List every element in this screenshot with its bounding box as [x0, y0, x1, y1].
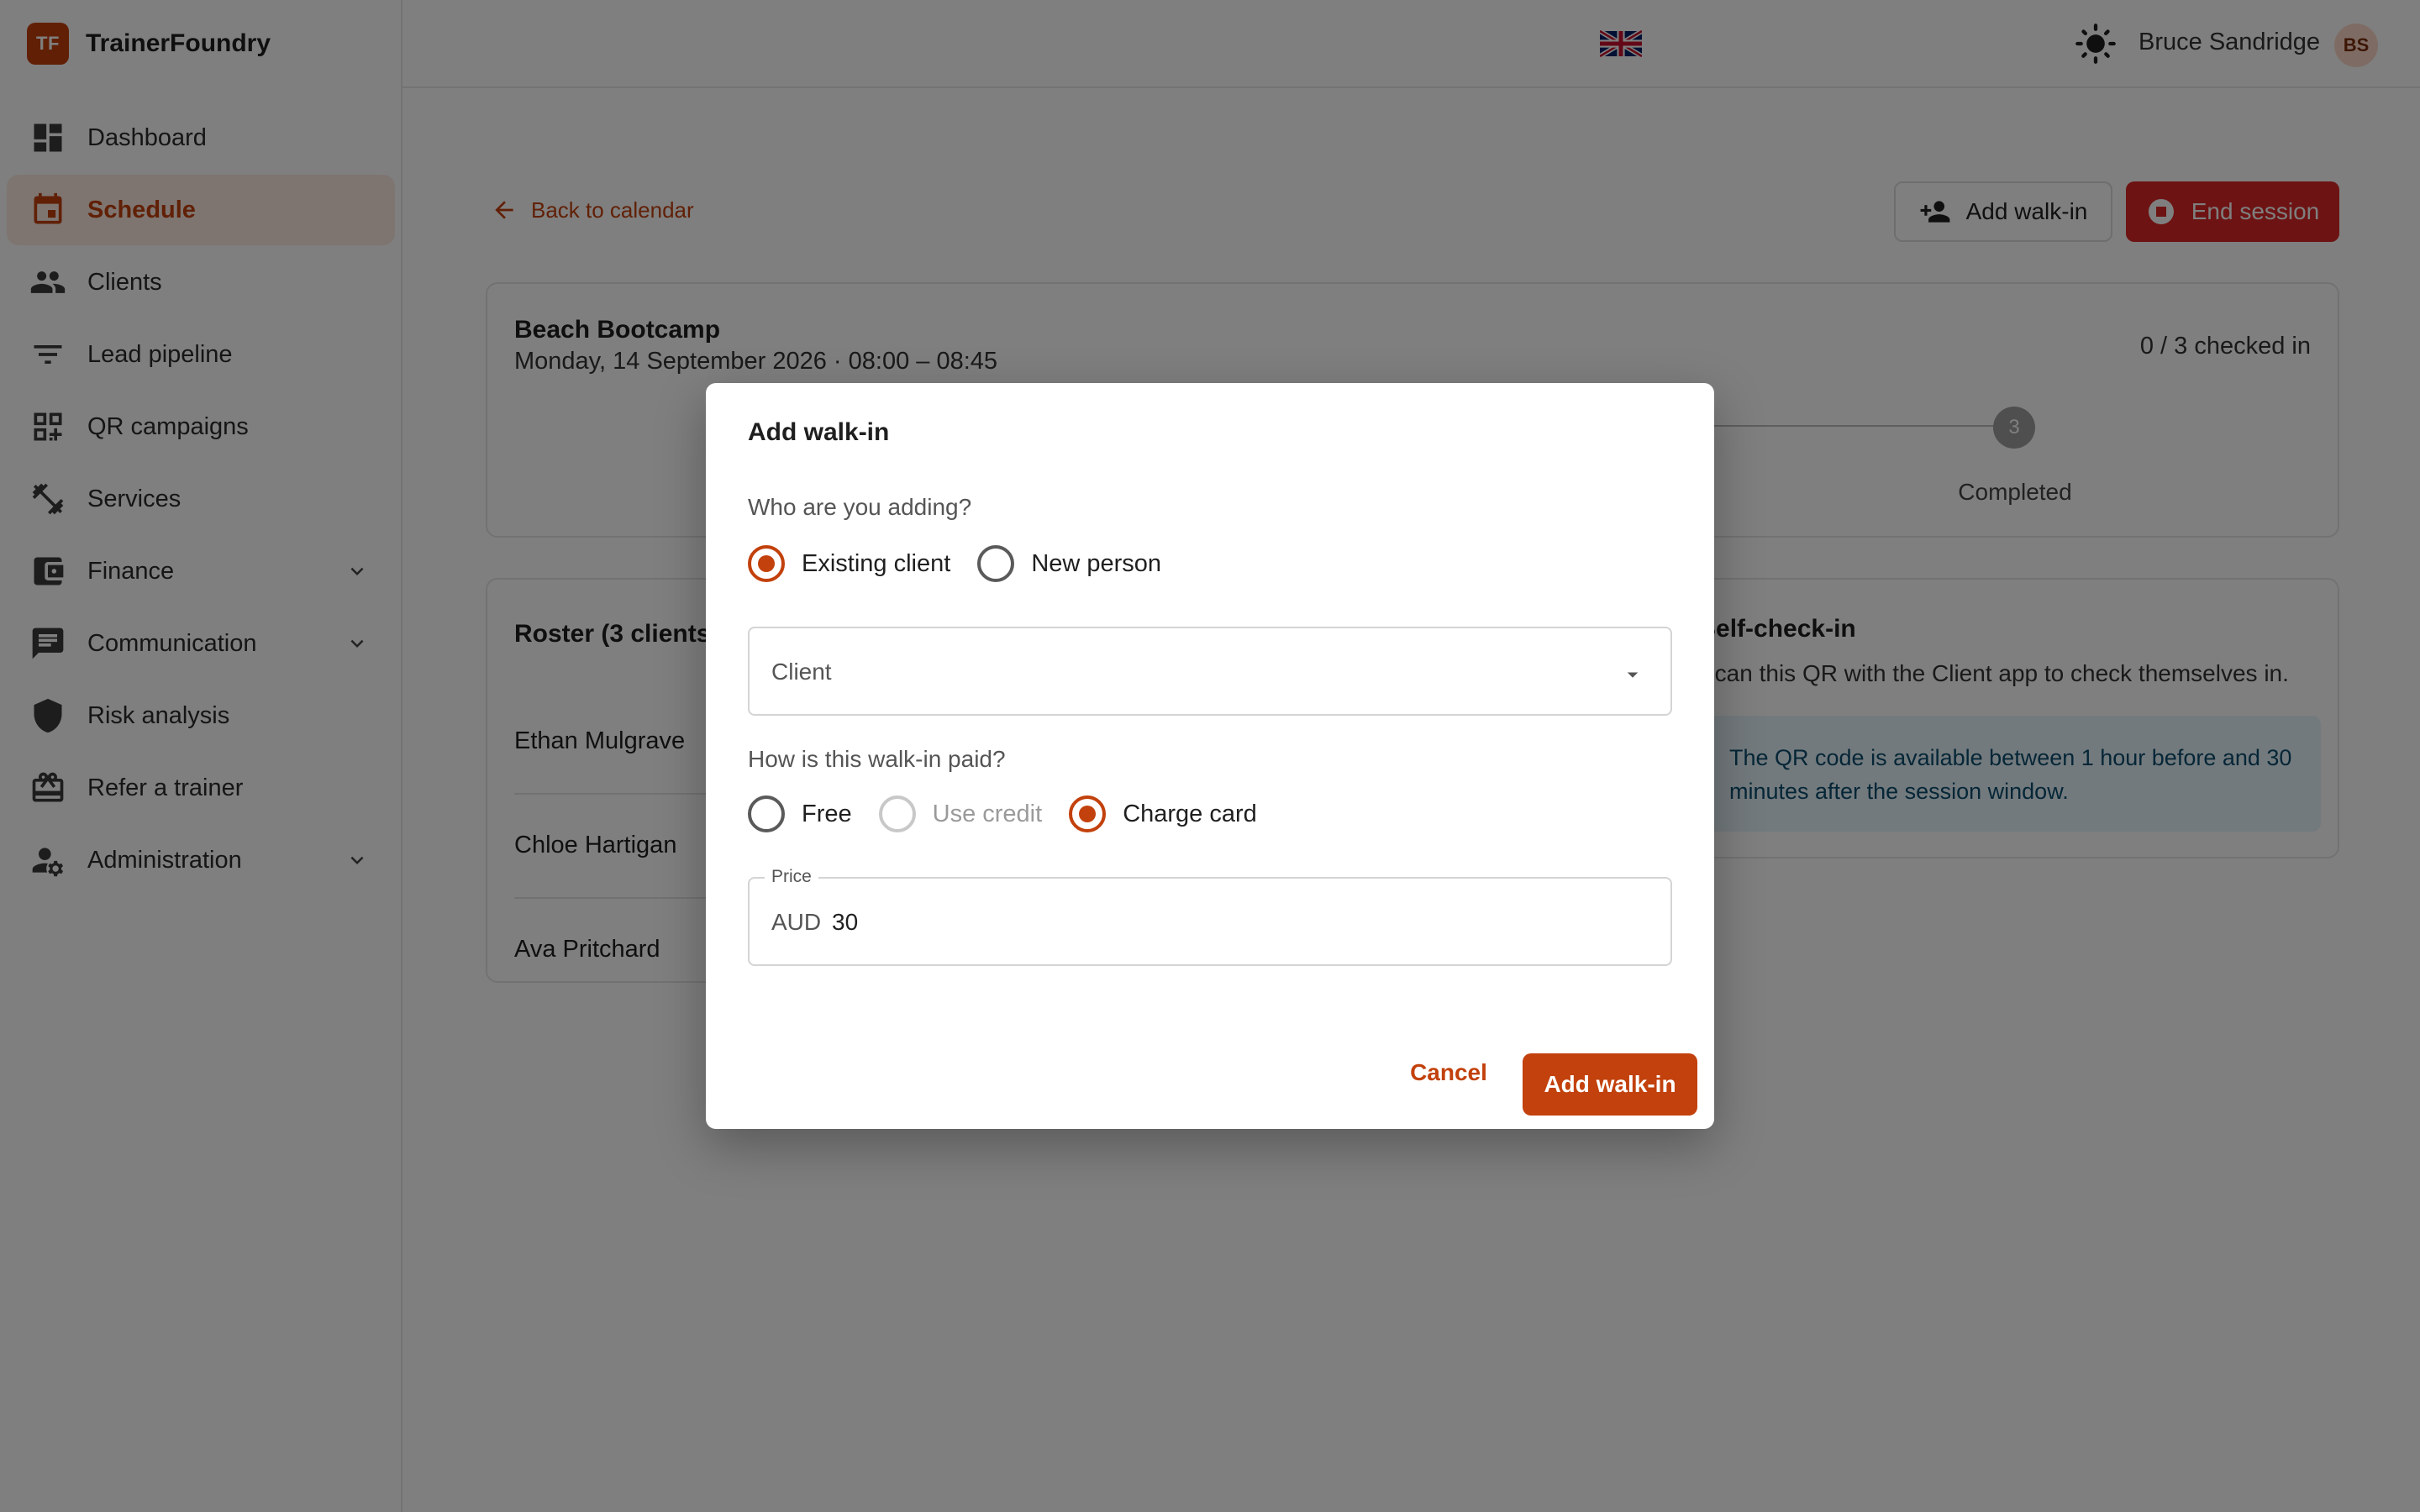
use-credit-radio: Use credit [878, 795, 1043, 832]
radio-circle [748, 795, 785, 832]
dialog-title: Add walk-in [748, 418, 890, 446]
client-select-value: Client [771, 659, 832, 685]
radio-label: Existing client [802, 549, 951, 577]
free-radio[interactable]: Free [748, 795, 852, 832]
price-field-label: Price [765, 867, 818, 887]
price-input[interactable]: Price AUD 30 [748, 867, 1672, 966]
who-question-label: Who are you adding? [748, 494, 972, 520]
payment-question-label: How is this walk-in paid? [748, 746, 1006, 772]
existing-client-radio[interactable]: Existing client [748, 545, 950, 582]
add-walk-in-dialog: Add walk-in Who are you adding? Existing… [706, 383, 1714, 1129]
currency-prefix: AUD [771, 909, 822, 935]
radio-label: Charge card [1123, 800, 1257, 827]
radio-circle [1069, 795, 1107, 832]
caret-down-icon [1620, 662, 1645, 687]
radio-circle [748, 545, 785, 582]
new-person-radio[interactable]: New person [977, 545, 1161, 582]
payment-radio-group: Free Use credit Charge card [748, 793, 1284, 835]
radio-label: Free [802, 800, 852, 827]
price-value: 30 [832, 909, 859, 935]
cancel-button[interactable]: Cancel [1405, 1052, 1492, 1094]
who-radio-group: Existing client New person [748, 543, 1188, 585]
add-walk-in-submit-button[interactable]: Add walk-in [1523, 1053, 1697, 1116]
radio-label: New person [1031, 549, 1162, 577]
radio-label: Use credit [932, 800, 1043, 827]
client-select[interactable]: Client [748, 627, 1672, 716]
radio-circle [977, 545, 1015, 582]
radio-circle [878, 795, 916, 832]
charge-card-radio[interactable]: Charge card [1069, 795, 1257, 832]
